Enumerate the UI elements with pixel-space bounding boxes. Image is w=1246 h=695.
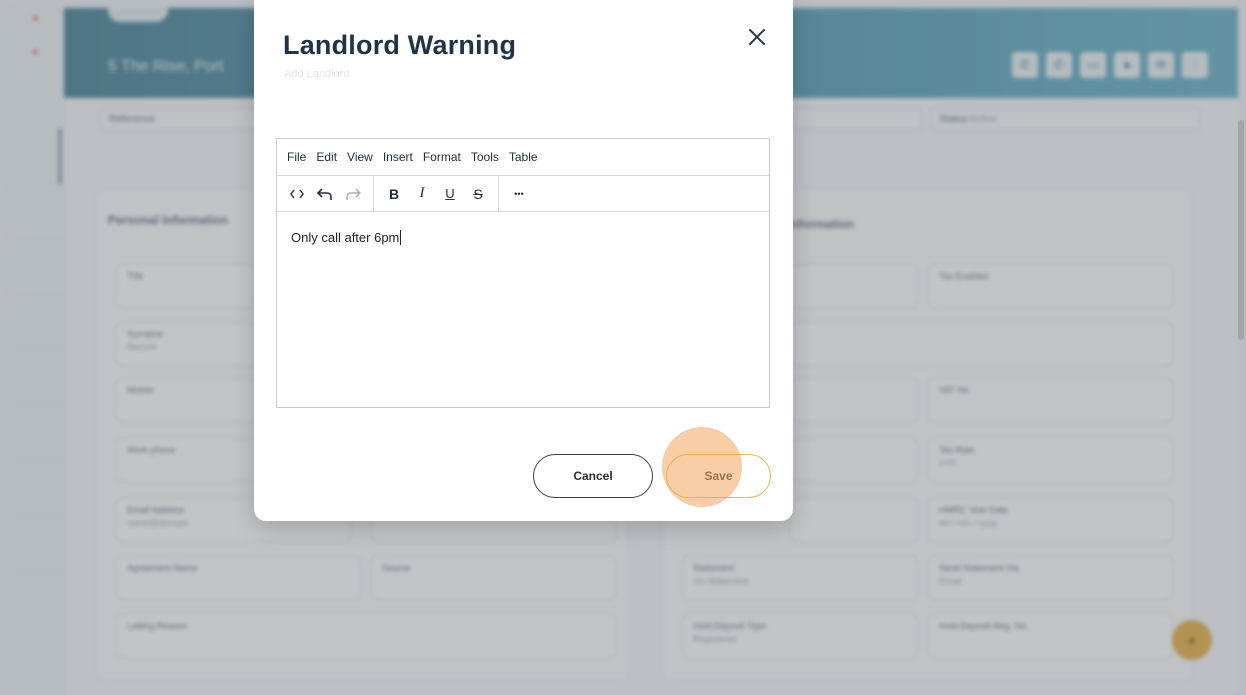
redo-icon <box>346 188 361 200</box>
editor-text: Only call after 6pm <box>291 230 400 245</box>
modal-title: Landlord Warning <box>283 30 517 60</box>
text-caret <box>400 230 402 245</box>
underline-button[interactable]: U <box>436 180 464 208</box>
landlord-warning-modal: Landlord Warning Add Landlord File Edit … <box>254 0 793 521</box>
modal-subtitle: Add Landlord <box>284 68 350 80</box>
close-button[interactable] <box>742 22 772 52</box>
more-group: ••• <box>505 176 539 211</box>
menu-tools[interactable]: Tools <box>471 150 499 164</box>
redo-button[interactable] <box>339 180 367 208</box>
page-scrollbar[interactable] <box>1238 120 1244 340</box>
undo-icon <box>317 187 332 200</box>
italic-button[interactable]: I <box>408 180 436 208</box>
bold-button[interactable]: B <box>380 180 408 208</box>
source-code-button[interactable] <box>283 180 311 208</box>
history-group <box>283 176 374 211</box>
menu-file[interactable]: File <box>287 150 306 164</box>
close-icon <box>749 29 765 45</box>
save-button[interactable]: Save <box>666 454 771 498</box>
editor-content-area[interactable]: Only call after 6pm <box>277 212 769 408</box>
menu-insert[interactable]: Insert <box>383 150 413 164</box>
rich-text-editor: File Edit View Insert Format Tools Table <box>276 138 770 408</box>
cancel-button[interactable]: Cancel <box>533 454 653 498</box>
editor-menubar: File Edit View Insert Format Tools Table <box>277 139 769 176</box>
menu-view[interactable]: View <box>347 150 373 164</box>
more-options-button[interactable]: ••• <box>505 180 533 208</box>
format-group: B I U S <box>380 176 499 211</box>
menu-edit[interactable]: Edit <box>316 150 337 164</box>
undo-button[interactable] <box>311 180 339 208</box>
menu-format[interactable]: Format <box>423 150 461 164</box>
menu-table[interactable]: Table <box>509 150 538 164</box>
code-icon <box>290 189 304 198</box>
editor-toolbar: B I U S ••• <box>277 176 769 212</box>
strikethrough-button[interactable]: S <box>464 180 492 208</box>
